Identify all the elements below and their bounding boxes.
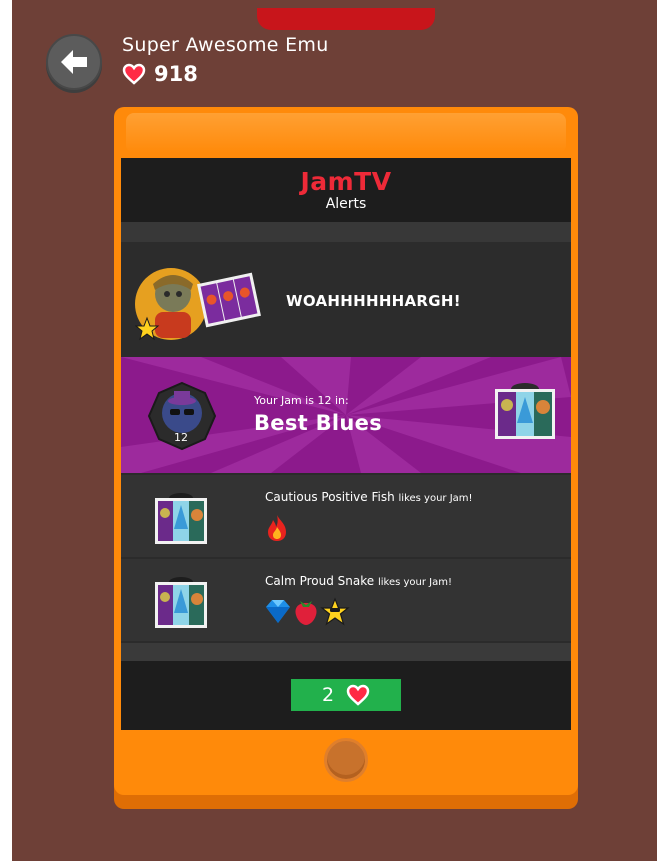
screen-header: JamTV Alerts — [121, 158, 571, 222]
like-action: likes your Jam! — [377, 577, 452, 588]
alert-item[interactable]: WOAHHHHHHARGH! — [121, 242, 571, 357]
jam-thumbnail-icon — [155, 577, 207, 628]
jam-thumbnail-icon — [495, 383, 555, 439]
heart-icon — [346, 684, 370, 706]
reactions — [264, 597, 350, 627]
hearts-count: 918 — [154, 62, 198, 86]
username: Super Awesome Emu — [122, 34, 329, 56]
tablet-frame: JamTV Alerts WOAHHHHHHARGH! 12 Your Jam … — [114, 107, 578, 795]
fire-icon — [268, 515, 286, 541]
like-action: likes your Jam! — [398, 493, 473, 504]
heart-icon — [122, 63, 146, 85]
like-alert-item[interactable]: Calm Proud Snake likes your Jam! — [121, 559, 571, 641]
strawberry-icon — [295, 601, 317, 625]
back-button[interactable] — [46, 34, 102, 90]
reactions — [264, 513, 290, 543]
liker-name: Calm Proud Snake — [265, 574, 375, 588]
rank-subtitle: Your Jam is 12 in: — [254, 394, 349, 407]
jam-thumbnail-icon — [155, 493, 207, 544]
star-icon — [320, 597, 350, 626]
liker-name: Cautious Positive Fish — [265, 490, 395, 504]
alert-message: WOAHHHHHHARGH! — [286, 292, 461, 310]
tablet-gloss — [126, 113, 566, 153]
like-text: Calm Proud Snake likes your Jam! — [265, 574, 452, 588]
screen-footer: 2 — [121, 661, 571, 730]
like-alert-item[interactable]: Cautious Positive Fish likes your Jam! — [121, 475, 571, 557]
top-tab[interactable] — [257, 8, 435, 30]
rank-alert[interactable]: 12 Your Jam is 12 in: Best Blues — [121, 357, 571, 473]
list-item-partial — [121, 643, 571, 661]
gem-icon — [266, 600, 290, 623]
hearts-count-button[interactable]: 2 — [291, 679, 401, 711]
home-button[interactable] — [324, 738, 368, 782]
hearts-counter: 918 — [122, 62, 198, 86]
jamtv-logo: JamTV — [300, 167, 392, 196]
rank-number: 12 — [174, 431, 188, 444]
game-background: Super Awesome Emu 918 JamTV Alerts WOAHH… — [12, 0, 657, 861]
screen-subtitle: Alerts — [325, 196, 367, 212]
avatar-icon — [135, 268, 261, 341]
jamtv-screen: JamTV Alerts WOAHHHHHHARGH! 12 Your Jam … — [121, 158, 571, 730]
count-value: 2 — [321, 684, 335, 706]
arrow-left-icon — [61, 50, 87, 74]
rank-title: Best Blues — [254, 411, 382, 435]
like-text: Cautious Positive Fish likes your Jam! — [265, 490, 473, 504]
list-top-divider — [121, 222, 571, 242]
